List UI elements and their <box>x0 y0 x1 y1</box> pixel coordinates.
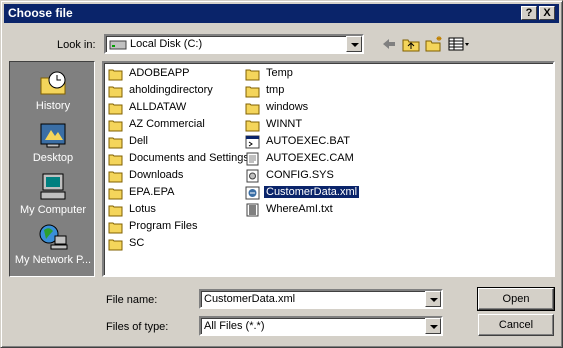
folder-icon <box>108 205 123 217</box>
file-name: CustomerData.xml <box>262 185 361 199</box>
look-in-label: Look in: <box>57 39 96 51</box>
cancel-button[interactable]: Cancel <box>478 314 554 336</box>
files-of-type-arrow-icon[interactable] <box>425 318 441 334</box>
folder-icon <box>108 137 123 149</box>
files-of-type-value: All Files (*.*) <box>204 320 265 332</box>
choose-file-dialog: Choose file ? X Look in: Local Disk (C:) <box>0 0 563 348</box>
file-name-label: File name: <box>106 294 158 306</box>
file-name: AZ Commercial <box>129 118 205 130</box>
file-name: EPA.EPA <box>129 186 175 198</box>
place-history[interactable]: History <box>10 68 96 112</box>
back-arrow-icon[interactable] <box>379 35 399 53</box>
document-icon <box>246 152 259 166</box>
text-file-icon <box>246 203 259 217</box>
file-name: ALLDATAW <box>129 101 187 113</box>
folder-icon <box>108 222 123 234</box>
history-icon <box>40 71 66 95</box>
xml-file-icon <box>245 186 260 200</box>
folder-icon <box>245 69 260 81</box>
open-button[interactable]: Open <box>477 287 555 311</box>
file-list[interactable]: ADOBEAPP aholdingdirectory ALLDATAW AZ Comm… <box>102 61 555 277</box>
look-in-arrow-icon[interactable] <box>346 36 362 52</box>
folder-icon <box>108 154 123 166</box>
file-name: Temp <box>266 67 293 79</box>
files-of-type-dropdown[interactable]: All Files (*.*) <box>199 316 443 336</box>
file-name: Lotus <box>129 203 156 215</box>
file-name: SC <box>129 237 145 249</box>
file-name: WINNT <box>266 118 303 130</box>
file-name: aholdingdirectory <box>129 84 213 96</box>
file-name: WhereAmI.txt <box>266 203 333 215</box>
file-name: ADOBEAPP <box>129 67 190 79</box>
file-name-value: CustomerData.xml <box>204 293 296 305</box>
file-name: Downloads <box>129 169 184 181</box>
close-button[interactable]: X <box>539 6 555 20</box>
place-desktop[interactable]: Desktop <box>10 120 96 164</box>
file-name: AUTOEXEC.CAM <box>266 152 354 164</box>
folder-icon <box>108 103 123 115</box>
folder-icon <box>108 188 123 200</box>
look-in-dropdown[interactable]: Local Disk (C:) <box>104 34 364 54</box>
files-of-type-label: Files of type: <box>106 321 169 333</box>
file-name: AUTOEXEC.BAT <box>266 135 350 147</box>
folder-icon <box>108 69 123 81</box>
desktop-icon <box>40 123 66 148</box>
place-label: My Network P... <box>14 254 92 266</box>
file-name-field[interactable]: CustomerData.xml <box>199 289 443 309</box>
look-in-value: Local Disk (C:) <box>130 38 203 50</box>
place-label: History <box>35 100 71 112</box>
folder-icon <box>245 103 260 115</box>
drive-icon <box>109 40 127 50</box>
place-network[interactable]: My Network P... <box>10 222 96 266</box>
file-name: tmp <box>266 84 285 96</box>
folder-icon <box>108 120 123 132</box>
file-name: CONFIG.SYS <box>266 169 334 181</box>
file-name: windows <box>266 101 309 113</box>
folder-icon <box>245 120 260 132</box>
new-folder-icon[interactable] <box>424 35 444 53</box>
file-name: Dell <box>129 135 148 147</box>
file-name: Program Files <box>129 220 198 232</box>
system-file-icon <box>246 169 259 183</box>
folder-icon <box>108 86 123 98</box>
file-name-arrow-icon[interactable] <box>425 291 441 307</box>
my-computer-icon <box>40 173 66 200</box>
place-my-computer[interactable]: My Computer <box>10 172 96 216</box>
look-in-label-text: Look in: <box>57 39 96 51</box>
dialog-title: Choose file <box>8 6 73 20</box>
up-folder-icon[interactable] <box>401 35 421 53</box>
batch-file-icon <box>245 135 260 149</box>
folder-icon <box>108 171 123 183</box>
view-menu-icon[interactable] <box>447 35 471 53</box>
folder-icon <box>108 239 123 251</box>
places-bar: History Desktop My Computer My Network P… <box>9 61 95 277</box>
title-bar[interactable]: Choose file <box>4 4 559 23</box>
file-name: Documents and Settings <box>129 152 249 164</box>
folder-icon <box>245 86 260 98</box>
place-label: Desktop <box>32 152 74 164</box>
network-icon <box>39 224 68 250</box>
help-button[interactable]: ? <box>521 6 537 20</box>
place-label: My Computer <box>19 204 87 216</box>
